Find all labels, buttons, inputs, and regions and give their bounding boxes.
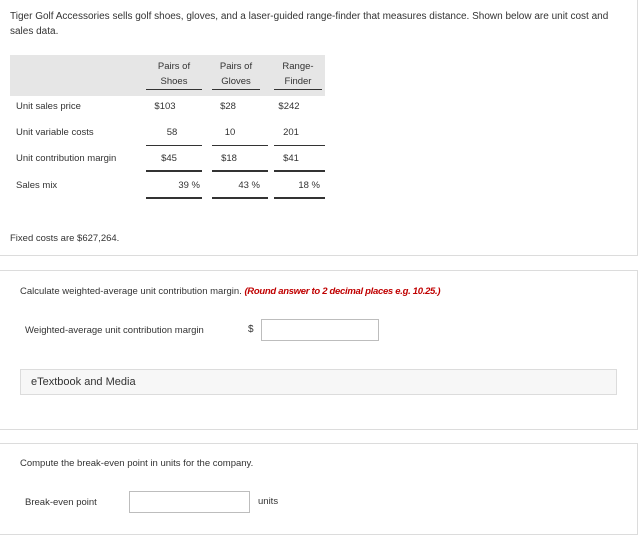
row-label-unit-contribution-margin: Unit contribution margin xyxy=(16,153,117,164)
column-header-range-finder: Range- Finder xyxy=(274,59,322,90)
cell-gloves-price: $28 xyxy=(220,101,236,112)
total-rule xyxy=(146,170,202,172)
cell-rangefinder-cm: $41 xyxy=(283,153,299,164)
cell-gloves-mix: 43 % xyxy=(238,180,260,191)
part2-panel: Compute the break-even point in units fo… xyxy=(0,443,638,535)
total-rule xyxy=(274,197,325,199)
cell-rangefinder-price: $242 xyxy=(278,101,300,112)
part1-question-text: Calculate weighted-average unit contribu… xyxy=(20,286,242,297)
cell-shoes-price: $103 xyxy=(154,101,176,112)
row-label-unit-sales-price: Unit sales price xyxy=(16,101,81,112)
weighted-average-cm-input[interactable] xyxy=(261,319,379,341)
total-rule xyxy=(146,197,202,199)
part1-rounding-instruction: (Round answer to 2 decimal places e.g. 1… xyxy=(244,286,441,297)
part2-question: Compute the break-even point in units fo… xyxy=(20,458,254,469)
cell-shoes-cm: $45 xyxy=(161,153,177,164)
column-header-gloves: Pairs of Gloves xyxy=(212,59,260,90)
row-label-unit-variable-costs: Unit variable costs xyxy=(16,127,94,138)
total-rule xyxy=(274,170,325,172)
part1-panel: Calculate weighted-average unit contribu… xyxy=(0,270,638,430)
subtotal-rule xyxy=(146,145,202,146)
break-even-point-input[interactable] xyxy=(129,491,250,513)
row-label-sales-mix: Sales mix xyxy=(16,180,58,191)
cell-rangefinder-mix: 18 % xyxy=(298,180,320,191)
part1-question: Calculate weighted-average unit contribu… xyxy=(20,286,441,297)
currency-symbol: $ xyxy=(248,324,254,335)
problem-intro: Tiger Golf Accessories sells golf shoes,… xyxy=(10,11,609,37)
cell-shoes-mix: 39 % xyxy=(178,180,200,191)
cell-gloves-variable: 10 xyxy=(224,127,236,138)
total-rule xyxy=(212,170,268,172)
subtotal-rule xyxy=(212,145,268,146)
total-rule xyxy=(212,197,268,199)
cell-shoes-variable: 58 xyxy=(166,127,178,138)
cell-gloves-cm: $18 xyxy=(221,153,237,164)
fixed-costs-text: Fixed costs are $627,264. xyxy=(10,233,120,244)
subtotal-rule xyxy=(274,145,325,146)
cell-rangefinder-variable: 201 xyxy=(283,127,299,138)
problem-panel: Tiger Golf Accessories sells golf shoes,… xyxy=(0,0,638,256)
column-header-shoes: Pairs of Shoes xyxy=(146,59,202,90)
weighted-average-cm-label: Weighted-average unit contribution margi… xyxy=(25,325,204,336)
etextbook-and-media-link[interactable]: eTextbook and Media xyxy=(20,369,617,395)
units-label: units xyxy=(258,496,279,507)
break-even-point-label: Break-even point xyxy=(25,497,97,508)
